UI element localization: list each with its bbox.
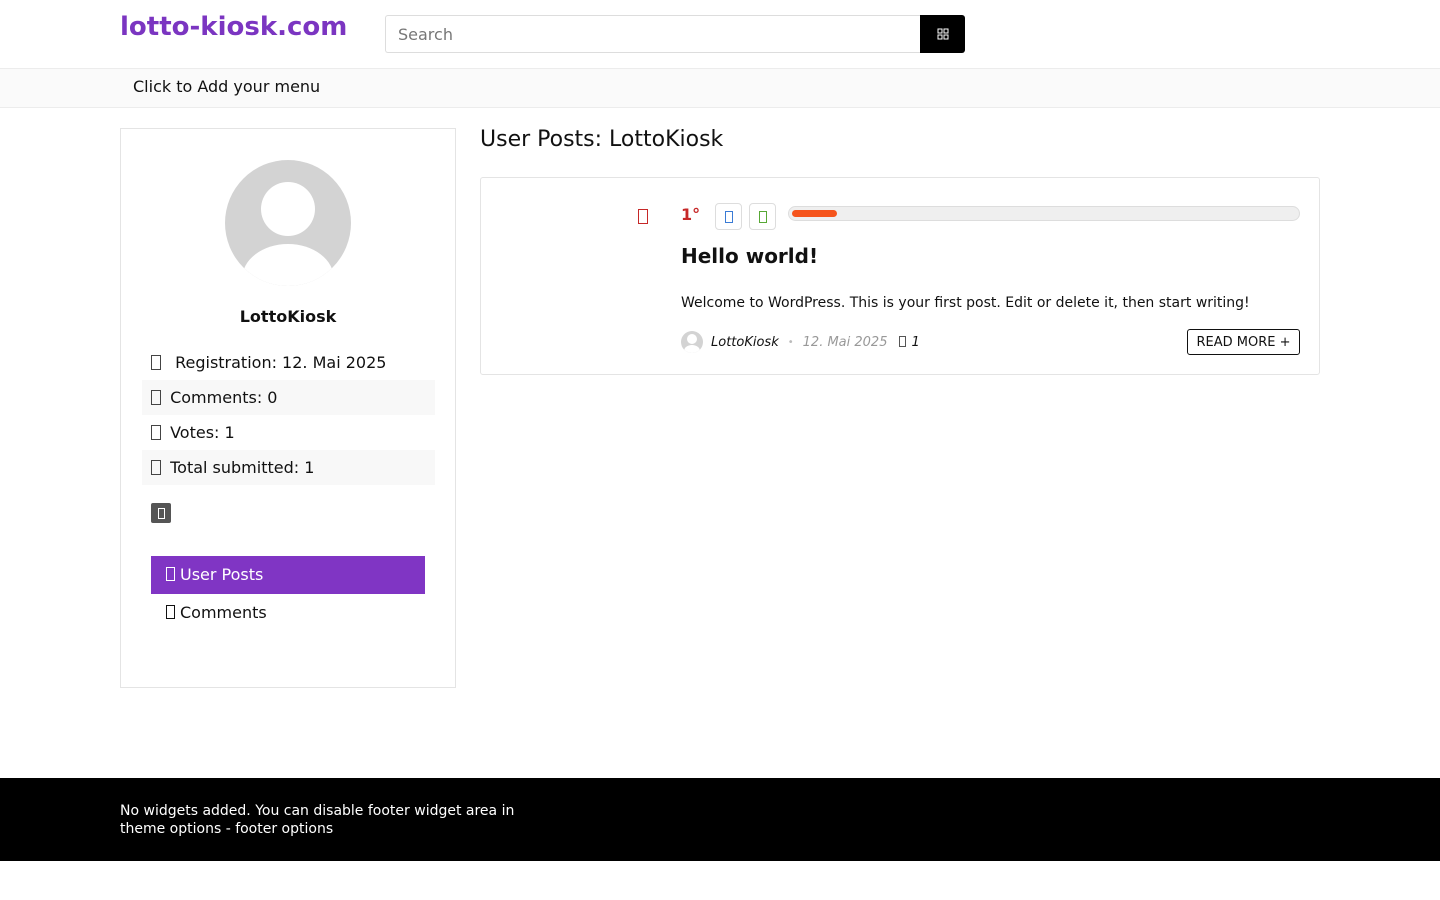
user-profile-card: LottoKiosk Registration: 12. Mai 2025 Co…: [120, 128, 456, 688]
nav-label: User Posts: [180, 565, 264, 584]
thumb-up-icon: [724, 210, 733, 223]
calendar-icon: [151, 355, 161, 370]
post-meta: LottoKiosk • 12. Mai 2025 1: [681, 330, 920, 354]
footer-text: No widgets added. You can disable footer…: [120, 803, 515, 837]
author-avatar: [681, 331, 703, 353]
stat-label: Registration: 12. Mai 2025: [175, 353, 387, 372]
read-more-button[interactable]: READ MORE +: [1187, 329, 1300, 355]
fire-icon: [638, 209, 648, 224]
main-menu-bar: Click to Add your menu: [0, 68, 1440, 108]
post-title-link[interactable]: Hello world!: [681, 244, 818, 268]
stat-label: Votes: 1: [170, 423, 235, 442]
search-input[interactable]: [385, 15, 920, 53]
comment-count-icon: [899, 335, 907, 347]
site-logo[interactable]: lotto-kiosk.com: [120, 12, 347, 42]
grid-search-icon: [937, 28, 948, 40]
vote-up-button[interactable]: [715, 203, 742, 230]
rss-icon: [157, 507, 165, 519]
post-author-link[interactable]: LottoKiosk: [711, 335, 779, 350]
vote-icon: [151, 425, 161, 440]
vote-progress-bar: [788, 206, 1300, 221]
comments-icon: [166, 605, 175, 619]
stat-votes: Votes: 1: [142, 415, 435, 450]
page-title: User Posts: LottoKiosk: [480, 127, 724, 152]
post-excerpt: Welcome to WordPress. This is your first…: [681, 295, 1250, 311]
stat-label: Total submitted: 1: [170, 458, 315, 477]
site-header: lotto-kiosk.com: [0, 0, 1440, 68]
search-form: [385, 15, 965, 53]
post-score: 1°: [681, 205, 701, 224]
add-menu-link[interactable]: Click to Add your menu: [133, 77, 320, 96]
nav-label: Comments: [180, 603, 267, 622]
stat-total-submitted: Total submitted: 1: [142, 450, 435, 485]
profile-nav-comments[interactable]: Comments: [151, 594, 425, 632]
search-button[interactable]: [920, 15, 965, 53]
vote-progress-fill: [789, 207, 840, 220]
vote-down-button[interactable]: [749, 203, 776, 230]
comment-count: 1: [911, 334, 920, 350]
rss-button[interactable]: [151, 503, 171, 523]
submitted-icon: [151, 460, 161, 475]
post-comments-link[interactable]: 1: [899, 334, 920, 350]
stat-comments: Comments: 0: [142, 380, 435, 415]
stat-registration: Registration: 12. Mai 2025: [142, 345, 435, 380]
comment-icon: [151, 390, 161, 405]
profile-name: LottoKiosk: [239, 307, 337, 326]
thumb-down-icon: [758, 210, 767, 223]
posts-icon: [166, 567, 175, 581]
stat-label: Comments: 0: [170, 388, 278, 407]
avatar: [225, 160, 351, 286]
site-footer: No widgets added. You can disable footer…: [0, 778, 1440, 861]
meta-separator: •: [787, 336, 794, 348]
post-date: 12. Mai 2025: [802, 334, 888, 350]
profile-nav-user-posts[interactable]: User Posts: [151, 556, 425, 594]
post-card: 1° Hello world! Welcome to WordPress. Th…: [480, 177, 1320, 375]
